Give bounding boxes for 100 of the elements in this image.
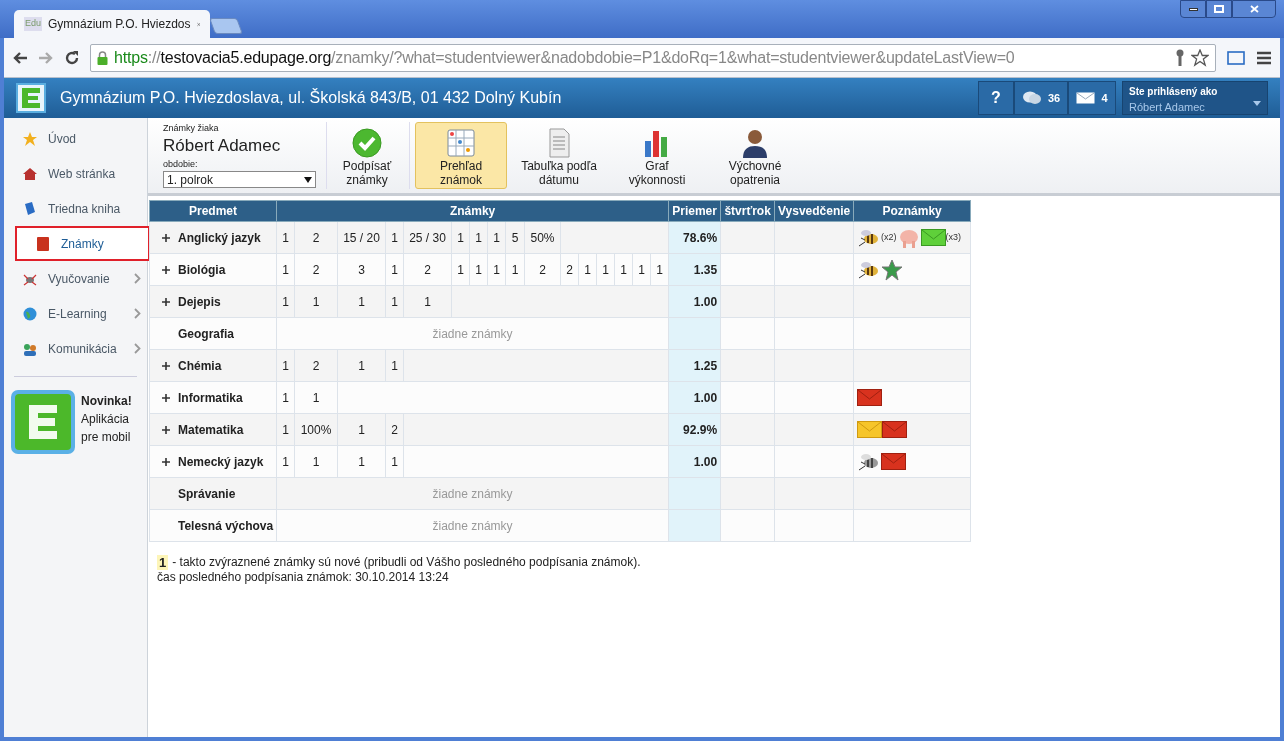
grade-cell[interactable]: 1 — [632, 253, 651, 286]
messages-button[interactable]: 36 — [1014, 81, 1068, 115]
plus-icon[interactable] — [162, 233, 170, 242]
plus-icon[interactable] — [162, 425, 170, 434]
close-button[interactable] — [1232, 0, 1276, 18]
column-header: Známky — [276, 200, 669, 222]
sidebar-item[interactable]: E-Learning — [4, 296, 147, 331]
grade-cell[interactable]: 2 — [560, 253, 579, 286]
minimize-button[interactable] — [1180, 0, 1206, 18]
grade-cell[interactable]: 2 — [294, 253, 338, 286]
grade-cell[interactable]: 1 — [403, 285, 452, 318]
grade-cell[interactable]: 1 — [337, 285, 386, 318]
grade-cell[interactable]: 1 — [385, 445, 404, 478]
grade-cell[interactable]: 15 / 20 — [337, 221, 386, 254]
grade-cell[interactable]: 1 — [276, 349, 295, 382]
column-header: Poznámky — [853, 200, 971, 222]
envelope-icon — [857, 389, 883, 406]
maximize-button[interactable] — [1206, 0, 1232, 18]
plus-icon[interactable] — [162, 297, 170, 306]
back-arrow-icon[interactable] — [12, 50, 28, 65]
grade-cell[interactable]: 1 — [614, 253, 633, 286]
help-button[interactable]: ? — [978, 81, 1014, 115]
grade-cell[interactable]: 2 — [294, 349, 338, 382]
period-label: obdobie: — [163, 157, 199, 171]
school-name: Gymnázium P.O. Hviezdoslava, ul. Školská 843/B, 01 432 Dolný Kubín — [60, 87, 562, 108]
grade-cell[interactable]: 1 — [650, 253, 669, 286]
address-bar[interactable]: https://testovacia5.edupage.org/znamky/?what=studentviewer&nadobdobie=P1&doRq=1&what=studentviewer&updateLastView=0 — [90, 43, 1216, 72]
toolbar-button[interactable]: Výchovné opatrenia — [709, 122, 801, 189]
toolbar-caption: Známky žiaka — [163, 122, 220, 135]
grade-cell[interactable]: 1 — [469, 253, 488, 286]
house-icon — [22, 165, 38, 182]
star-icon — [22, 130, 38, 147]
grade-cell[interactable]: 1 — [385, 349, 404, 382]
grade-cell[interactable]: 25 / 30 — [403, 221, 452, 254]
mail-button[interactable]: 4 — [1068, 81, 1116, 115]
chat-bubbles-icon — [1021, 90, 1042, 106]
grade-cell[interactable]: 1 — [487, 221, 506, 254]
column-header: Priemer — [668, 200, 721, 222]
grade-cell[interactable]: 1 — [337, 349, 386, 382]
grade-cell[interactable]: 2 — [403, 253, 452, 286]
grade-cell[interactable]: 1 — [385, 285, 404, 318]
plus-icon[interactable] — [162, 457, 170, 466]
promo-text[interactable]: Aplikácia pre mobil — [81, 410, 145, 446]
grade-cell[interactable]: 5 — [505, 221, 525, 254]
reload-icon[interactable] — [64, 49, 80, 66]
new-tab-button[interactable] — [209, 18, 243, 34]
key-icon[interactable] — [1175, 48, 1185, 67]
close-icon — [1249, 5, 1259, 13]
grade-cell[interactable]: 1 — [596, 253, 615, 286]
sidebar-item[interactable]: Web stránka — [4, 156, 147, 191]
legend-text: - takto zvýraznené známky sú nové (pribudli od Vášho posledného podpísania známok). — [172, 555, 641, 570]
sidebar-item[interactable]: Triedna kniha — [4, 191, 147, 226]
grade-cell[interactable]: 2 — [385, 413, 404, 446]
grade-cell[interactable]: 2 — [294, 221, 338, 254]
grade-cell[interactable]: 2 — [524, 253, 561, 286]
toolbar-button[interactable]: Podpísať známky — [330, 122, 404, 189]
sidebar-item[interactable]: Známky — [15, 226, 150, 261]
no-grades-text: žiadne známky — [276, 477, 669, 510]
grade-cell[interactable]: 1 — [276, 381, 295, 414]
grade-cell[interactable]: 1 — [469, 221, 488, 254]
star-icon[interactable] — [1191, 48, 1209, 67]
subject-name: Anglický jazyk — [178, 229, 261, 247]
plus-icon[interactable] — [162, 265, 170, 274]
toolbar-button[interactable]: Prehľad známok — [415, 122, 507, 189]
sidebar-item[interactable]: Vyučovanie — [4, 261, 147, 296]
grade-cell[interactable]: 1 — [276, 253, 295, 286]
grade-cell[interactable]: 3 — [337, 253, 386, 286]
new-grade-marker: 1 — [157, 555, 169, 570]
grade-cell[interactable]: 1 — [385, 253, 404, 286]
grade-cell[interactable]: 1 — [294, 445, 338, 478]
sidebar-item[interactable]: Komunikácia — [4, 331, 147, 366]
plus-icon[interactable] — [162, 361, 170, 370]
grade-cell[interactable]: 50% — [524, 221, 561, 254]
toolbar-button[interactable]: Tabuľka podľa dátumu — [513, 122, 605, 189]
sidebar-item[interactable]: Úvod — [4, 121, 147, 156]
grade-cell[interactable]: 1 — [276, 285, 295, 318]
grade-cell[interactable]: 1 — [276, 221, 295, 254]
grade-cell[interactable]: 1 — [451, 253, 470, 286]
grade-cell[interactable]: 1 — [337, 413, 386, 446]
menu-icon[interactable] — [1256, 50, 1272, 65]
grade-cell[interactable]: 1 — [337, 445, 386, 478]
plus-icon[interactable] — [162, 393, 170, 402]
toolbar-button[interactable]: Graf výkonnosti — [611, 122, 703, 189]
period-select[interactable]: 1. polrok — [163, 171, 316, 188]
lock-icon — [97, 50, 108, 65]
grade-cell[interactable]: 1 — [578, 253, 597, 286]
grade-cell[interactable]: 1 — [385, 221, 404, 254]
user-menu[interactable]: Ste prihlásený ako Róbert Adamec — [1122, 81, 1268, 115]
subject-name: Telesná výchova — [178, 517, 274, 535]
grade-cell[interactable]: 1 — [276, 445, 295, 478]
envelope-icon — [881, 453, 907, 470]
grade-cell[interactable]: 1 — [294, 381, 338, 414]
browser-tab[interactable]: Edu Gymnázium P.O. Hviezdos — [14, 10, 210, 38]
grade-cell[interactable]: 1 — [276, 413, 295, 446]
grade-cell[interactable]: 1 — [487, 253, 506, 286]
grade-cell[interactable]: 1 — [294, 285, 338, 318]
grade-cell[interactable]: 1 — [505, 253, 525, 286]
grade-cell[interactable]: 1 — [451, 221, 470, 254]
cast-screen-icon[interactable] — [1226, 49, 1246, 66]
grade-cell[interactable]: 100% — [294, 413, 338, 446]
